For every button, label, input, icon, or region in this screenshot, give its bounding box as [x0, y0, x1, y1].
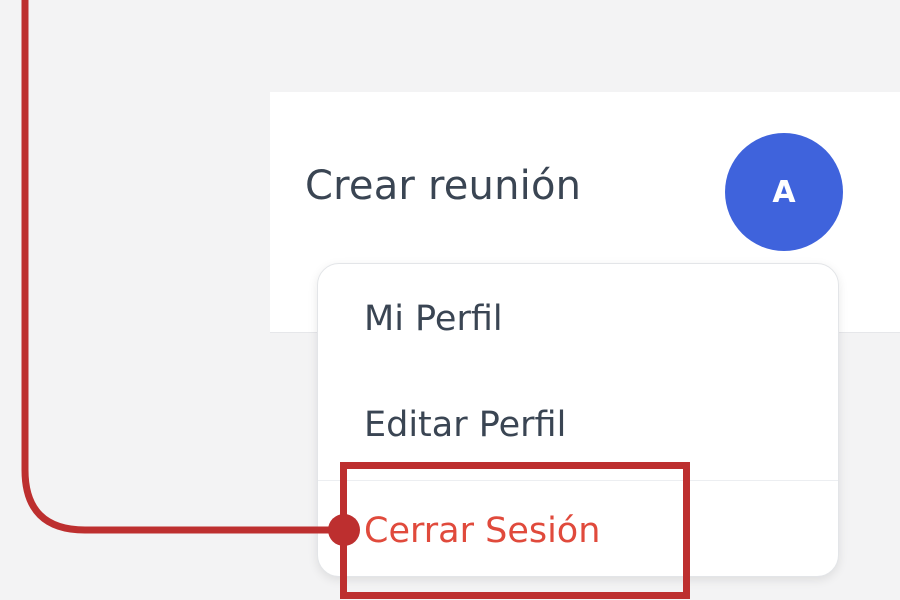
menu-item-label: Editar Perfil — [364, 405, 567, 445]
menu-item-edit-profile[interactable]: Editar Perfil — [318, 375, 838, 475]
menu-item-label: Mi Perfil — [364, 299, 503, 339]
menu-item-my-profile[interactable]: Mi Perfil — [318, 269, 838, 369]
create-meeting-link[interactable]: Crear reunión — [305, 163, 581, 209]
annotation-highlight-box — [340, 462, 690, 599]
user-avatar[interactable]: A — [725, 133, 843, 251]
